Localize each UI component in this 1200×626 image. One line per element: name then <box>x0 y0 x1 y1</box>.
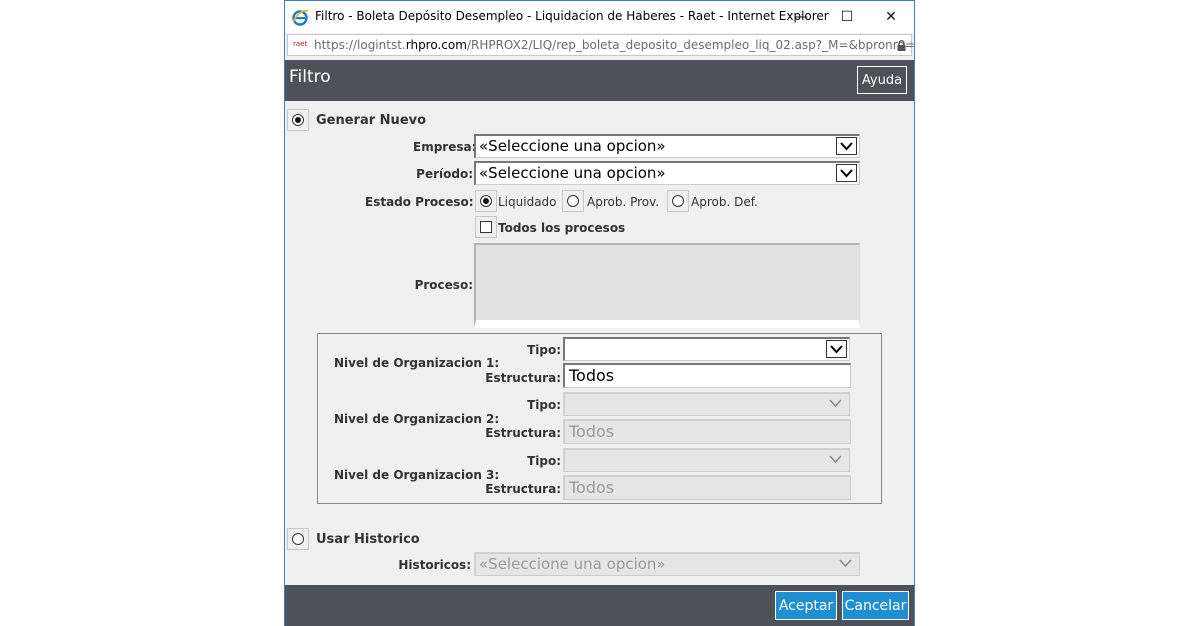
periodo-select[interactable]: «Seleccione una opcion» <box>474 161 860 185</box>
estado-aprob-prov-label: Aprob. Prov. <box>587 195 660 209</box>
nivel-2-estructura-input[interactable]: Todos <box>563 419 851 444</box>
periodo-label: Período: <box>416 167 473 181</box>
empresa-value: «Seleccione una opcion» <box>479 137 666 155</box>
close-button[interactable]: ✕ <box>868 1 914 33</box>
generar-nuevo-radio[interactable] <box>287 109 309 131</box>
nivel-1-estructura-input[interactable]: Todos <box>563 363 851 388</box>
address-bar[interactable]: raet https://logintst.rhpro.com/RHPROX2/… <box>287 34 915 56</box>
radio-dot <box>480 195 492 207</box>
title-bar: Filtro - Boleta Depósito Desempleo - Liq… <box>285 1 914 33</box>
accept-button[interactable]: Aceptar <box>775 591 837 620</box>
nivel-2-estructura-label: Estructura: <box>485 426 561 440</box>
historicos-label: Historicos: <box>398 558 471 572</box>
radio-dot <box>567 195 579 207</box>
nivel-3-estructura-value: Todos <box>569 478 615 497</box>
nivel-2-estructura-value: Todos <box>569 422 615 441</box>
nivel-2-label: Nivel de Organizacion 2: <box>334 412 500 426</box>
dialog-title: Filtro <box>289 67 331 87</box>
estado-proceso-label: Estado Proceso: <box>365 195 474 209</box>
nivel-1-tipo-label: Tipo: <box>527 343 561 357</box>
site-favicon: raet <box>293 40 308 48</box>
nivel-2-tipo-label: Tipo: <box>527 398 561 412</box>
todos-procesos-label: Todos los procesos <box>498 221 626 235</box>
estado-aprob-def-radio[interactable] <box>667 190 689 212</box>
help-button[interactable]: Ayuda <box>857 66 907 94</box>
window-title: Filtro - Boleta Depósito Desempleo - Liq… <box>315 9 829 23</box>
dialog-header: Filtro Ayuda <box>285 60 914 101</box>
nivel-1-label: Nivel de Organizacion 1: <box>334 356 500 370</box>
nivel-3-estructura-input[interactable]: Todos <box>563 475 851 500</box>
radio-dot <box>292 533 304 545</box>
nivel-1-estructura-value: Todos <box>569 366 615 385</box>
historicos-select[interactable]: «Seleccione una opcion» <box>474 552 860 576</box>
generar-nuevo-label: Generar Nuevo <box>316 113 427 128</box>
lock-icon <box>897 40 906 51</box>
estado-liquidado-label: Liquidado <box>498 195 557 209</box>
todos-procesos-checkbox[interactable] <box>475 216 497 238</box>
minimize-button[interactable]: — <box>778 1 824 33</box>
radio-dot <box>292 114 304 126</box>
nivel-2-tipo-select[interactable] <box>563 392 850 416</box>
empresa-select[interactable]: «Seleccione una opcion» <box>474 134 860 158</box>
chevron-down-icon[interactable] <box>826 395 847 413</box>
chevron-down-icon[interactable] <box>836 555 857 573</box>
checkbox-box <box>480 221 492 233</box>
nivel-3-tipo-select[interactable] <box>563 448 850 472</box>
nivel-3-tipo-label: Tipo: <box>527 454 561 468</box>
chevron-down-icon[interactable] <box>826 340 847 358</box>
nivel-3-label: Nivel de Organizacion 3: <box>334 468 500 482</box>
address-url[interactable]: https://logintst.rhpro.com/RHPROX2/LIQ/r… <box>314 38 915 52</box>
radio-dot <box>672 195 684 207</box>
periodo-value: «Seleccione una opcion» <box>479 164 666 182</box>
chevron-down-icon[interactable] <box>836 137 857 155</box>
nivel-3-estructura-label: Estructura: <box>485 482 561 496</box>
cancel-button[interactable]: Cancelar <box>842 591 909 620</box>
estado-aprob-prov-radio[interactable] <box>562 190 584 212</box>
dialog-footer: Aceptar Cancelar <box>285 585 914 626</box>
browser-window: Filtro - Boleta Depósito Desempleo - Liq… <box>284 0 915 626</box>
maximize-button[interactable]: ☐ <box>824 1 870 33</box>
estado-liquidado-radio[interactable] <box>475 190 497 212</box>
usar-historico-label: Usar Historico <box>316 532 420 547</box>
proceso-listbox[interactable] <box>474 243 860 328</box>
nivel-1-tipo-select[interactable] <box>563 337 850 361</box>
estado-aprob-def-label: Aprob. Def. <box>691 195 758 209</box>
nivel-1-estructura-label: Estructura: <box>485 371 561 385</box>
proceso-label: Proceso: <box>414 278 473 292</box>
historicos-value: «Seleccione una opcion» <box>479 555 666 573</box>
usar-historico-radio[interactable] <box>287 528 309 550</box>
chevron-down-icon[interactable] <box>836 164 857 182</box>
chevron-down-icon[interactable] <box>826 451 847 469</box>
empresa-label: Empresa: <box>413 140 477 154</box>
internet-explorer-icon <box>292 9 309 26</box>
